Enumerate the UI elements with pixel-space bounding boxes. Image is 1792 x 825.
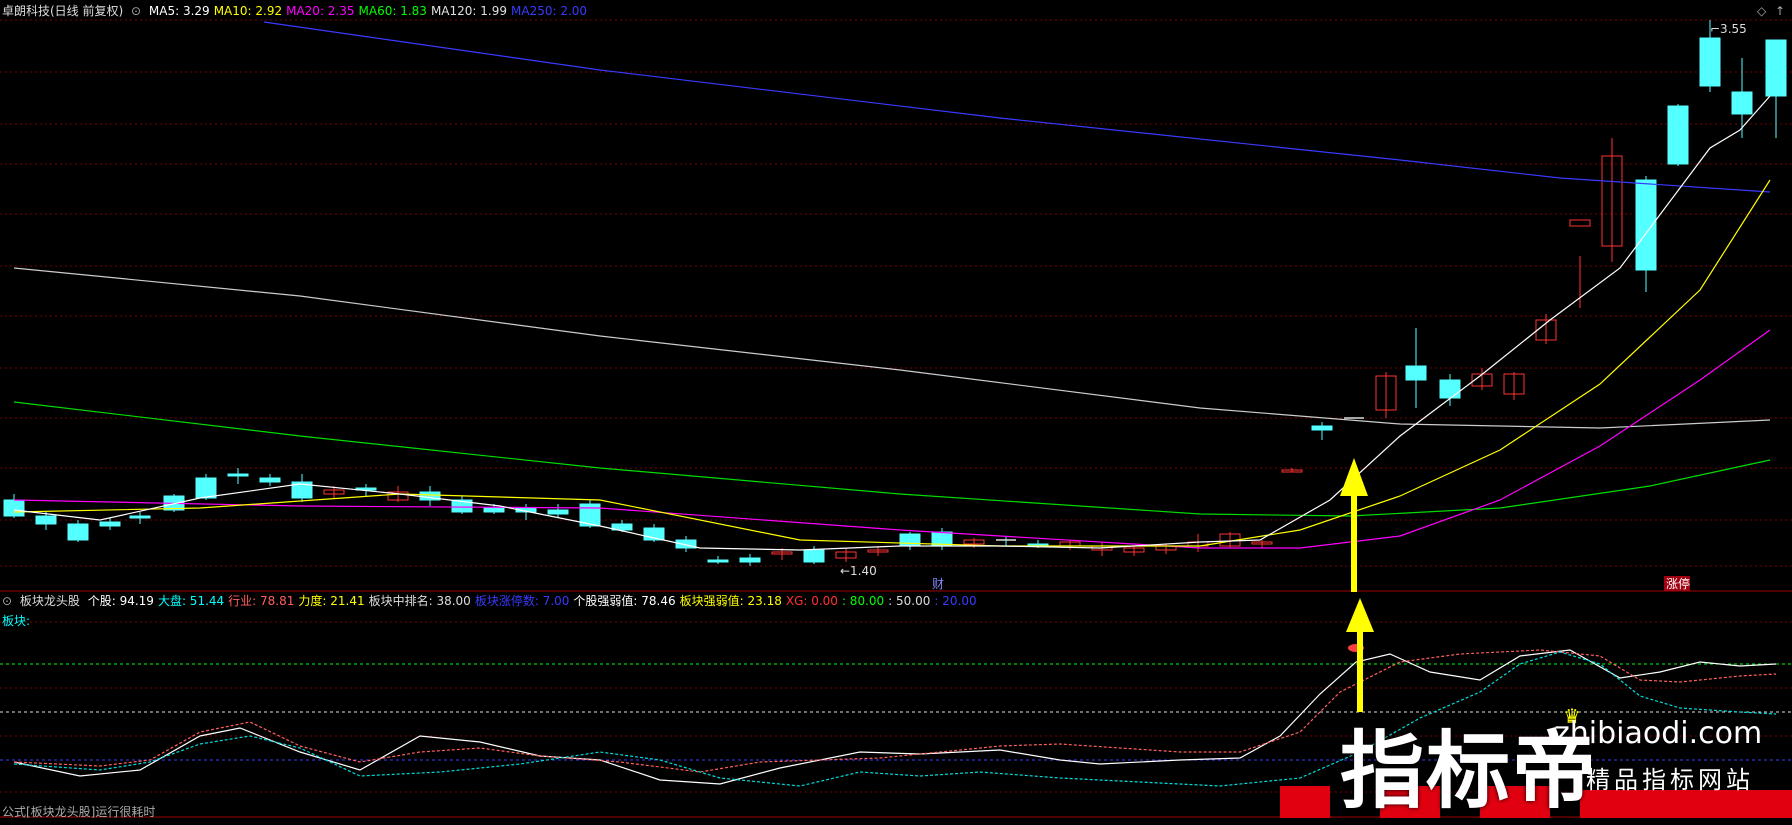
ma-legend-2: MA20: 2.35 — [286, 4, 355, 18]
settings-circle-icon[interactable]: ⊙ — [131, 4, 141, 18]
ma20-line — [13, 329, 1771, 549]
indicator-field-4: 板块中排名: 38.00 — [368, 594, 471, 608]
candle-body-17 — [547, 509, 569, 515]
main-chart-header: 卓朗科技(日线 前复权) ⊙ MA5: 3.29 MA10: 2.92 MA20: … — [2, 4, 595, 18]
indicator-field-9: : 80.00 — [841, 594, 885, 608]
finance-marker: 财 — [932, 577, 944, 591]
candle-body-6 — [195, 477, 217, 499]
candle-body-15 — [483, 507, 505, 513]
candle-body-41 — [1311, 425, 1333, 431]
sector-label: 板块: — [2, 614, 31, 628]
candle-body-7 — [227, 473, 249, 477]
ma60-line — [13, 401, 1771, 517]
candle-body-2 — [67, 523, 89, 541]
indicator-field-7: 板块强弱值: 23.18 — [679, 594, 782, 608]
indicator-field-5: 板块涨停数: 7.00 — [474, 594, 570, 608]
indicator-field-8: XG: 0.00 — [785, 594, 838, 608]
candle-body-0 — [3, 499, 25, 517]
main-chart-pane[interactable]: ⌐3.55 ←1.40 财涨停 卓朗科技(日线 前复权) ⊙ MA5: 3.29 MA… — [0, 0, 1792, 592]
watermark-subtitle: 精品指标网站 — [1586, 766, 1754, 794]
candle-body-4 — [129, 515, 151, 519]
ma250-line — [263, 21, 1771, 193]
candle-body-49 — [1569, 219, 1591, 227]
candle-body-53 — [1699, 37, 1721, 87]
ma-legend-0: MA5: 3.29 — [148, 4, 210, 18]
candle-body-28 — [899, 533, 921, 547]
candle-body-51 — [1635, 179, 1657, 271]
candle-body-45 — [1439, 379, 1461, 399]
indicator-values: 个股: 94.19 大盘: 51.44 行业: 78.81 力度: 21.41 板块中排… — [88, 594, 981, 608]
indicator-header: ⊙ 板块龙头股 个股: 94.19 大盘: 51.44 行业: 78.81 力度: 2… — [2, 594, 985, 608]
indicator-field-3: 力度: 21.41 — [298, 594, 365, 608]
indicator-field-11: : 20.00 — [934, 594, 977, 608]
candle-body-44 — [1405, 365, 1427, 381]
watermark-url: zhibiaodi.com — [1554, 716, 1763, 751]
ma120-line — [13, 267, 1771, 429]
candle-body-52 — [1667, 105, 1689, 165]
candle-body-23 — [739, 557, 761, 563]
ma-legend-4: MA120: 1.99 — [430, 4, 507, 18]
indicator-field-1: 大盘: 51.44 — [157, 594, 225, 608]
indicator-title: 板块龙头股 — [19, 594, 80, 608]
candle-body-55 — [1765, 39, 1787, 97]
candle-body-1 — [35, 515, 57, 525]
candle-body-22 — [707, 559, 729, 563]
indicator-field-10: : 50.00 — [888, 594, 931, 608]
high-price-label: ⌐3.55 — [1710, 22, 1747, 36]
stock-title: 卓朗科技(日线 前复权) — [2, 4, 124, 18]
ma-legend-3: MA60: 1.83 — [358, 4, 427, 18]
signal-arrow-head — [1340, 458, 1368, 496]
indicator-field-6: 个股强弱值: 78.46 — [573, 594, 676, 608]
candle-body-3 — [99, 521, 121, 527]
watermark: 指标帝 ♛ zhibiaodi.com 精品指标网站 — [1280, 700, 1792, 820]
indicator-field-2: 行业: 78.81 — [228, 594, 295, 608]
ma-legend-1: MA10: 2.92 — [213, 4, 283, 18]
candle-body-8 — [259, 477, 281, 483]
low-price-label: ←1.40 — [840, 564, 877, 578]
candle-body-25 — [803, 549, 825, 563]
status-bar-text: 公式[板块龙头股]运行很耗时 — [2, 805, 156, 819]
diamond-icon[interactable]: ◇ — [1757, 4, 1766, 18]
indicator-settings-icon[interactable]: ⊙ — [2, 594, 12, 608]
up-arrow-icon[interactable]: ↑ — [1775, 4, 1785, 18]
indicator-field-0: 个股: 94.19 — [87, 594, 154, 608]
candlestick-chart[interactable]: ⌐3.55 ←1.40 财 涨停 — [0, 0, 1792, 592]
sub-signal-arrow-head — [1346, 598, 1374, 632]
ma-legend-5: MA250: 2.00 — [511, 4, 588, 18]
limit-up-marker: 涨停 — [1666, 576, 1690, 591]
moving-average-legend: MA5: 3.29 MA10: 2.92 MA20: 2.35 MA60: 1.83 M… — [149, 4, 591, 18]
candle-body-54 — [1731, 91, 1753, 115]
ma10-line — [13, 179, 1771, 547]
